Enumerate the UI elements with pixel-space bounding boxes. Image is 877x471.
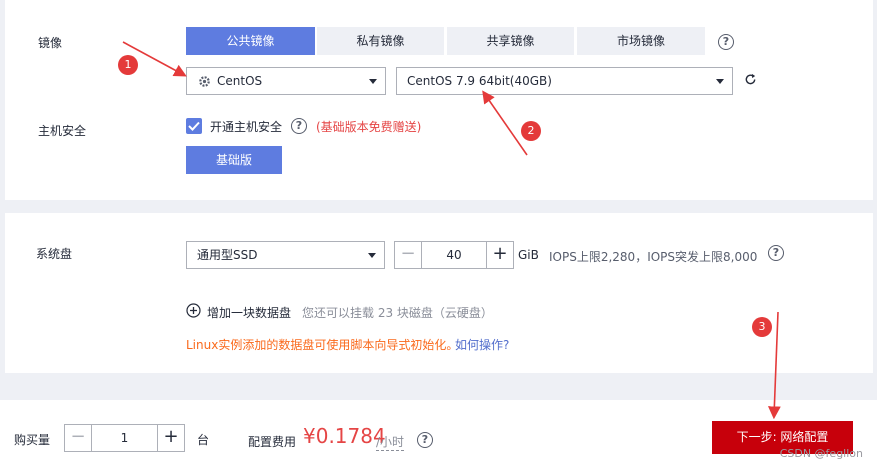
disk-size-stepper[interactable]: − 40 + <box>394 241 514 269</box>
disk-init-notice: Linux实例添加的数据盘可使用脚本向导式初始化。 <box>186 338 459 352</box>
tab-market-image[interactable]: 市场镜像 <box>577 27 705 55</box>
disk-type-select-value: 通用型SSD <box>197 248 258 262</box>
quantity-increment-button[interactable]: + <box>157 425 184 451</box>
host-security-note: (基础版本免费赠送) <box>316 120 422 134</box>
image-label: 镜像 <box>38 36 63 50</box>
annotation-marker-1: 1 <box>118 55 138 75</box>
fee-label: 配置费用 <box>248 435 297 449</box>
disk-type-select[interactable]: 通用型SSD <box>186 241 385 269</box>
host-security-checkbox-label: 开通主机安全 <box>210 120 283 134</box>
tab-shared-image[interactable]: 共享镜像 <box>447 27 574 55</box>
host-security-help-icon[interactable]: ? <box>291 118 307 134</box>
disk-help-icon[interactable]: ? <box>768 245 784 261</box>
annotation-marker-2: 2 <box>521 121 541 141</box>
quantity-unit: 台 <box>197 433 210 447</box>
tab-private-image[interactable]: 私有镜像 <box>317 27 444 55</box>
basic-edition-button[interactable]: 基础版 <box>186 146 282 174</box>
check-icon <box>188 121 200 131</box>
system-disk-label: 系统盘 <box>36 247 73 261</box>
os-select-value: CentOS <box>217 74 263 88</box>
watermark: CSDN @fegllon <box>779 447 863 460</box>
chevron-down-icon <box>716 79 724 84</box>
disk-size-decrement-button[interactable]: − <box>395 242 422 268</box>
price-value: ¥0.1784 <box>303 424 386 448</box>
disk-iops-text: IOPS上限2,280，IOPS突发上限8,000 <box>549 250 758 264</box>
host-security-checkbox[interactable] <box>186 118 202 134</box>
disk-size-value[interactable]: 40 <box>422 242 486 268</box>
chevron-down-icon <box>369 79 377 84</box>
quantity-label: 购买量 <box>14 433 51 447</box>
disk-size-unit: GiB <box>518 248 539 262</box>
price-help-icon[interactable]: ? <box>417 432 433 448</box>
tab-public-image[interactable]: 公共镜像 <box>186 27 315 55</box>
gear-icon <box>199 76 210 87</box>
image-help-icon[interactable]: ? <box>718 34 734 50</box>
quantity-decrement-button[interactable]: − <box>65 425 92 451</box>
refresh-icon[interactable] <box>744 73 757 86</box>
host-security-label: 主机安全 <box>38 124 87 138</box>
quantity-value[interactable]: 1 <box>92 425 157 451</box>
add-data-disk-link[interactable]: 增加一块数据盘 <box>207 304 291 321</box>
disk-size-increment-button[interactable]: + <box>486 242 513 268</box>
add-circle-icon[interactable] <box>186 303 201 318</box>
version-select-value: CentOS 7.9 64bit(40GB) <box>407 74 552 88</box>
how-to-link[interactable]: 如何操作? <box>455 336 509 353</box>
annotation-marker-3: 3 <box>752 317 772 337</box>
add-disk-hint: 您还可以挂载 23 块磁盘（云硬盘） <box>302 306 493 320</box>
price-unit: /小时 <box>376 435 405 451</box>
chevron-down-icon <box>368 253 376 258</box>
quantity-stepper[interactable]: − 1 + <box>64 424 185 452</box>
os-select[interactable]: CentOS <box>186 67 386 95</box>
version-select[interactable]: CentOS 7.9 64bit(40GB) <box>396 67 733 95</box>
